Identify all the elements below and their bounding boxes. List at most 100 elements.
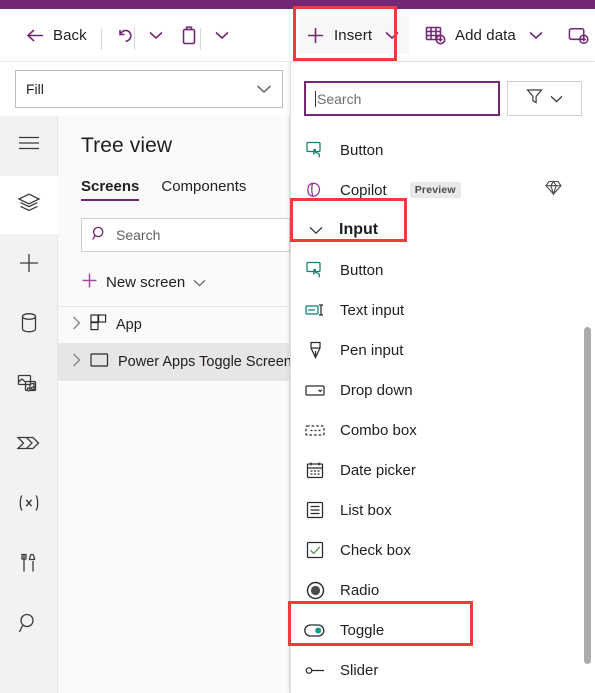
insert-item-check-box[interactable]: Check box xyxy=(291,530,595,570)
radio-icon xyxy=(304,581,326,600)
insert-section-input[interactable]: Input xyxy=(291,210,595,250)
premium-diamond-icon xyxy=(545,179,562,201)
plus-icon xyxy=(18,252,40,279)
combo-box-icon xyxy=(304,423,326,438)
insert-items-list: Button Copilot Preview Input Button Text… xyxy=(291,130,595,693)
tools-icon xyxy=(19,552,39,579)
insert-item-slider[interactable]: Slider xyxy=(291,650,595,690)
search-input[interactable]: Search xyxy=(304,81,500,116)
screen-rect-icon xyxy=(90,352,109,373)
new-screen-button[interactable] xyxy=(562,16,595,54)
clipboard-paste-icon xyxy=(178,25,200,45)
text-caret xyxy=(315,90,316,107)
insert-item-combo-box[interactable]: Combo box xyxy=(291,410,595,450)
tree-row-app[interactable]: App xyxy=(58,307,290,343)
new-screen-label: New screen xyxy=(106,273,186,291)
divider xyxy=(58,380,290,381)
insert-section-label: Input xyxy=(339,221,379,238)
filter-button[interactable] xyxy=(507,81,582,116)
chevron-down-icon xyxy=(193,274,206,291)
chevron-down-icon xyxy=(211,31,233,40)
list-box-icon xyxy=(304,501,326,519)
insert-item-label: Button xyxy=(340,141,384,159)
chevron-down-icon xyxy=(525,31,547,40)
media-icon xyxy=(17,372,41,399)
insert-item-label: Copilot xyxy=(340,181,387,199)
insert-item-label: Drop down xyxy=(340,381,413,399)
sidebar-item-media[interactable] xyxy=(0,356,58,414)
insert-item-text-input[interactable]: Text input xyxy=(291,290,595,330)
insert-item-date-picker[interactable]: Date picker xyxy=(291,450,595,490)
insert-item-copilot[interactable]: Copilot Preview xyxy=(291,170,595,210)
insert-item-label: Text input xyxy=(340,301,405,319)
text-input-icon xyxy=(304,302,326,318)
add-data-label: Add data xyxy=(455,26,516,44)
pen-input-icon xyxy=(304,341,326,360)
insert-item-button[interactable]: Button xyxy=(291,250,595,290)
plus-icon xyxy=(81,272,98,293)
divider xyxy=(134,28,135,50)
chevron-down-icon xyxy=(145,31,167,40)
tree-search-placeholder: Search xyxy=(116,227,161,243)
sidebar-item-advanced-tools[interactable] xyxy=(0,536,58,594)
drop-down-icon xyxy=(304,383,326,398)
sidebar-item-data[interactable] xyxy=(0,296,58,354)
undo-dropdown-button[interactable] xyxy=(139,16,173,54)
new-screen-button[interactable]: New screen xyxy=(81,266,206,298)
sidebar-item-power-automate[interactable] xyxy=(0,416,58,474)
sidebar-item-tree-view[interactable] xyxy=(0,176,58,234)
divider xyxy=(101,28,102,50)
tree-row-power-apps-toggle-screen[interactable]: Power Apps Toggle Screen xyxy=(58,344,292,380)
tree-view-tabs: Screens Components xyxy=(81,178,246,201)
sidebar-item-insert[interactable] xyxy=(0,236,58,294)
paste-dropdown-button[interactable] xyxy=(205,16,239,54)
tree-search-input[interactable]: Search xyxy=(81,218,290,252)
flyout-scrollbar-thumb[interactable] xyxy=(584,327,591,664)
insert-item-list-box[interactable]: List box xyxy=(291,490,595,530)
insert-item-pen-input[interactable]: Pen input xyxy=(291,330,595,370)
flyout-search-row: Search xyxy=(304,81,582,116)
add-data-grid-icon xyxy=(424,25,446,45)
back-button[interactable]: Back xyxy=(18,16,93,54)
insert-item-label: Check box xyxy=(340,541,411,559)
undo-icon xyxy=(114,26,136,44)
page-title: Tree view xyxy=(81,134,173,157)
back-label: Back xyxy=(53,26,87,44)
slider-icon xyxy=(304,665,326,676)
insert-item-drop-down[interactable]: Drop down xyxy=(291,370,595,410)
divider xyxy=(200,28,201,50)
insert-button[interactable]: Insert xyxy=(298,16,410,54)
new-screen-icon xyxy=(568,25,590,45)
tab-screens[interactable]: Screens xyxy=(81,178,140,201)
toggle-icon xyxy=(304,623,326,637)
sidebar-item-variables[interactable] xyxy=(0,476,58,534)
undo-button[interactable] xyxy=(108,16,142,54)
insert-item-label: Slider xyxy=(340,661,379,679)
chevron-right-icon xyxy=(72,353,81,372)
insert-label: Insert xyxy=(334,26,373,44)
property-select[interactable]: Fill xyxy=(15,70,283,108)
variables-x-icon xyxy=(16,492,42,519)
chevron-down-icon xyxy=(550,90,563,108)
tab-components[interactable]: Components xyxy=(161,178,246,201)
insert-item-label: Pen input xyxy=(340,341,404,359)
left-rail xyxy=(0,116,58,693)
power-automate-icon xyxy=(16,433,42,458)
sidebar-item-menu[interactable] xyxy=(0,116,58,174)
insert-item-label: Date picker xyxy=(340,461,416,479)
chevron-right-icon xyxy=(72,316,81,335)
insert-item-label: Button xyxy=(340,261,384,279)
plus-icon xyxy=(304,26,326,45)
search-icon xyxy=(92,226,107,244)
button-icon xyxy=(304,141,326,159)
funnel-filter-icon xyxy=(526,88,543,110)
property-select-value: Fill xyxy=(26,81,44,97)
copilot-icon xyxy=(304,181,326,200)
insert-item-button-top[interactable]: Button xyxy=(291,130,595,170)
insert-item-toggle[interactable]: Toggle xyxy=(291,610,595,650)
insert-item-radio[interactable]: Radio xyxy=(291,570,595,610)
insert-item-label: Combo box xyxy=(340,421,417,439)
search-icon xyxy=(18,612,40,639)
add-data-button[interactable]: Add data xyxy=(418,16,553,54)
sidebar-item-search[interactable] xyxy=(0,596,58,654)
